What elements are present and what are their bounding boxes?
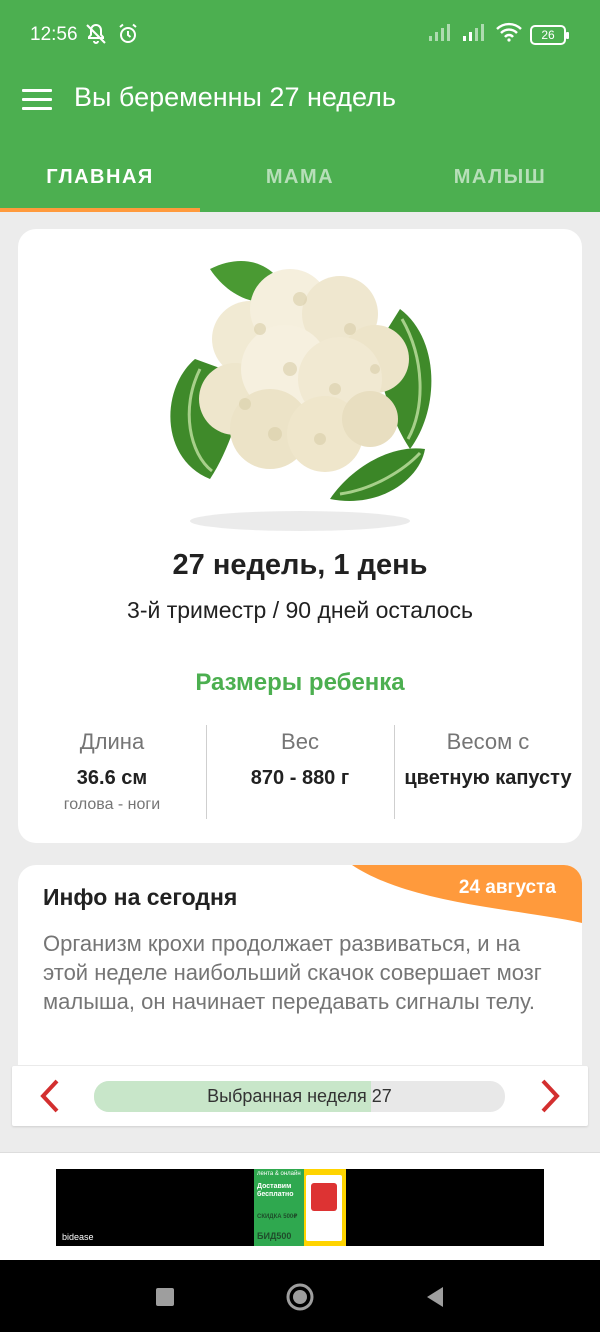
ad-code: БИД500: [257, 1231, 292, 1241]
ad-creative[interactable]: лента & онлайн Доставим бесплатно СКИДКА…: [254, 1169, 346, 1246]
home-icon[interactable]: [283, 1280, 317, 1314]
status-bar: 12:56 26: [0, 0, 600, 70]
ad-line1: лента & онлайн: [257, 1171, 301, 1177]
stat-compare: Весом с цветную капусту: [394, 723, 582, 819]
hamburger-menu-icon[interactable]: [22, 84, 52, 114]
signal-icon: [428, 22, 454, 47]
stat-compare-label: Весом с: [446, 729, 530, 754]
status-time: 12:56: [30, 24, 78, 45]
stat-length: Длина 36.6 см голова - ноги: [18, 723, 206, 819]
baby-stats: Длина 36.6 см голова - ноги Вес 870 - 88…: [18, 723, 582, 819]
ad-line2: Доставим бесплатно: [257, 1183, 294, 1198]
tab-mom[interactable]: МАМА: [200, 142, 400, 212]
cauliflower-image: [18, 239, 582, 539]
stat-length-label: Длина: [79, 729, 145, 754]
status-right-icons: 26: [428, 22, 569, 47]
ad-area: bidease лента & онлайн Доставим бесплатн…: [0, 1152, 600, 1260]
stat-compare-value: цветную капусту: [404, 767, 572, 789]
trimester-info: 3-й триместр / 90 дней осталось: [127, 597, 473, 623]
selected-week-label: Выбранная неделя 27: [207, 1086, 392, 1106]
baby-size-card: 27 недель, 1 день 3-й триместр / 90 дней…: [18, 229, 582, 843]
ad-product-image: [306, 1175, 342, 1241]
tab-bar: ГЛАВНАЯ МАМА МАЛЫШ: [0, 142, 600, 212]
info-date: 24 августа: [458, 877, 556, 898]
back-icon[interactable]: [418, 1280, 452, 1314]
tab-baby[interactable]: МАЛЫШ: [400, 142, 600, 212]
app-title: Вы беременны 27 недель: [74, 82, 396, 112]
stat-weight: Вес 870 - 880 г: [206, 723, 394, 819]
stat-length-value: 36.6 см: [76, 767, 148, 789]
week-selector: Выбранная неделя 27: [12, 1066, 588, 1126]
stat-weight-value: 870 - 880 г: [250, 767, 350, 789]
tab-main[interactable]: ГЛАВНАЯ: [0, 142, 200, 212]
ad-line3: СКИДКА 500₽: [257, 1214, 298, 1220]
daily-info-card: 24 августа Инфо на сегодня Организм крох…: [18, 865, 582, 1065]
mute-bell-icon: [84, 22, 108, 51]
stat-weight-label: Вес: [281, 729, 319, 754]
status-left-icons: [84, 22, 140, 51]
wifi-icon: [496, 22, 522, 47]
app-bar: Вы беременны 27 недель: [0, 70, 600, 142]
tab-indicator: [0, 208, 200, 212]
week-progress[interactable]: Выбранная неделя 27: [94, 1081, 505, 1112]
battery-icon: 26: [530, 24, 569, 45]
stat-length-sub: голова - ноги: [63, 796, 161, 813]
week-title: 27 недель, 1 день: [172, 549, 428, 581]
recent-apps-icon[interactable]: [148, 1280, 182, 1314]
chevron-right-icon[interactable]: [530, 1076, 570, 1116]
system-nav-bar: [0, 1260, 600, 1332]
chevron-left-icon[interactable]: [30, 1076, 70, 1116]
info-title: Инфо на сегодня: [43, 884, 238, 910]
ad-brand: bidease: [62, 1232, 94, 1242]
baby-sizes-title: Размеры ребенка: [195, 669, 405, 696]
alarm-icon: [116, 22, 140, 51]
info-body: Организм крохи продолжает развиваться, и…: [43, 931, 542, 1014]
ad-banner[interactable]: bidease лента & онлайн Доставим бесплатн…: [56, 1169, 544, 1246]
signal-icon: [462, 22, 488, 47]
